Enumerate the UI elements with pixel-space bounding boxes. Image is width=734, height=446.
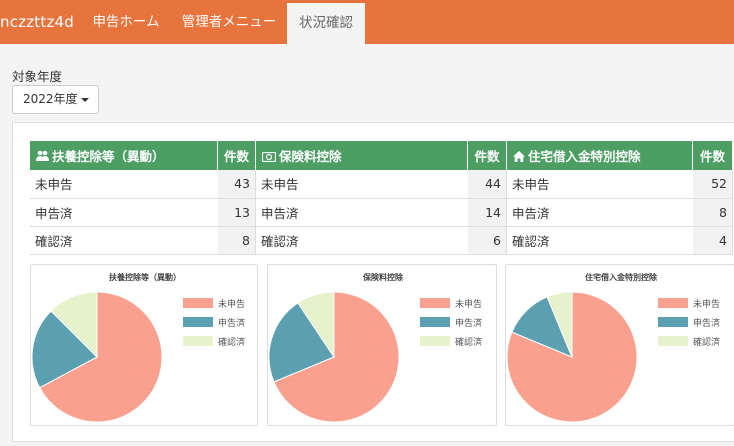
year-label: 対象年度 [12,69,63,84]
pie-chart-housing-loan: 住宅借入金特別控除未申告申告済確認済 [506,272,720,423]
legend-unreported-swatch [183,298,213,308]
table-header-count: 件数 [467,141,507,170]
legend-confirmed-label: 確認済 [218,336,245,348]
table-header-count: 件数 [217,141,256,170]
table-dependent: 扶養控除等（異動） 件数 未申告 43 申告済 13 確認済 8 [30,141,256,255]
money-icon [261,150,277,165]
status-cell: 申告済 [507,198,693,227]
legend-confirmed-swatch [420,336,450,346]
legend-unreported-swatch [658,298,688,308]
table-row: 申告済 8 [507,198,733,227]
table-row: 未申告 52 [507,170,733,199]
status-cell: 未申告 [507,170,693,199]
chart-title: 住宅借入金特別控除 [585,272,658,282]
legend-reported-label: 申告済 [455,317,482,329]
table-housing-loan: 住宅借入金特別控除 件数 未申告 52 申告済 8 確認済 4 [507,141,733,255]
status-cell: 申告済 [30,198,218,227]
status-cell: 申告済 [256,198,468,227]
table-header-title: 保険料控除 [256,141,469,170]
table-row: 未申告 44 [256,170,507,199]
legend-reported-swatch [420,317,450,327]
table-row: 確認済 8 [30,226,256,255]
nav-item-admin-menu[interactable]: 管理者メニュー [172,0,286,44]
pie-chart-dependent: 扶養控除等（異動） 未申告申告済確認済 [31,272,245,423]
count-cell: 44 [467,170,507,199]
chart-title: 扶養控除等（異動） [109,272,181,282]
legend-confirmed-label: 確認済 [455,336,482,348]
year-select-value: 2022年度 [23,92,78,106]
home-icon [513,150,525,165]
status-cell: 確認済 [507,226,693,255]
nav-item-status[interactable]: 状況確認 [287,3,365,44]
year-select[interactable]: 2022年度 [12,85,99,114]
legend-confirmed-swatch [183,336,213,346]
caret-down-icon [81,98,89,102]
table-row: 申告済 14 [256,198,507,227]
people-icon [36,150,49,165]
table-header-title: 扶養控除等（異動） [30,141,219,170]
nav-item-home[interactable]: 申告ホーム [80,0,172,44]
table-header-title: 住宅借入金特別控除 [507,141,694,170]
status-cell: 確認済 [30,226,218,255]
status-panel: 扶養控除等（異動） 件数 未申告 43 申告済 13 確認済 8 保険料控除 件数 未… [12,122,734,442]
status-cell: 未申告 [30,170,218,199]
navbar: nczzttz4d 申告ホーム 管理者メニュー 状況確認 [0,0,734,44]
table-insurance: 保険料控除 件数 未申告 44 申告済 14 確認済 6 [256,141,507,255]
table-row: 申告済 13 [30,198,256,227]
legend-confirmed-label: 確認済 [693,336,720,348]
table-header-count: 件数 [692,141,733,170]
legend-unreported-swatch [420,298,450,308]
count-cell: 6 [467,226,507,255]
count-cell: 14 [467,198,507,227]
legend-reported-swatch [183,317,213,327]
legend-unreported-label: 未申告 [218,298,245,310]
pie-chart-insurance: 保険料控除未申告申告済確認済 [268,272,482,423]
legend-reported-swatch [658,317,688,327]
status-cell: 確認済 [256,226,468,255]
legend-unreported-label: 未申告 [455,298,482,310]
table-row: 確認済 4 [507,226,733,255]
legend-reported-label: 申告済 [218,317,245,329]
legend-confirmed-swatch [658,336,688,346]
chart-title: 保険料控除 [362,272,404,282]
chart-dependent: 扶養控除等（異動） 未申告申告済確認済 [30,264,258,426]
count-cell: 4 [692,226,733,255]
status-cell: 未申告 [256,170,468,199]
count-cell: 13 [217,198,256,227]
brand-logo[interactable]: nczzttz4d [0,0,74,44]
table-row: 未申告 43 [30,170,256,199]
legend-reported-label: 申告済 [693,317,720,329]
count-cell: 8 [692,198,733,227]
count-cell: 52 [692,170,733,199]
count-cell: 8 [217,226,256,255]
legend-unreported-label: 未申告 [693,298,720,310]
table-row: 確認済 6 [256,226,507,255]
count-cell: 43 [217,170,256,199]
chart-housing-loan: 住宅借入金特別控除未申告申告済確認済 [505,264,734,426]
chart-insurance: 保険料控除未申告申告済確認済 [267,264,497,426]
